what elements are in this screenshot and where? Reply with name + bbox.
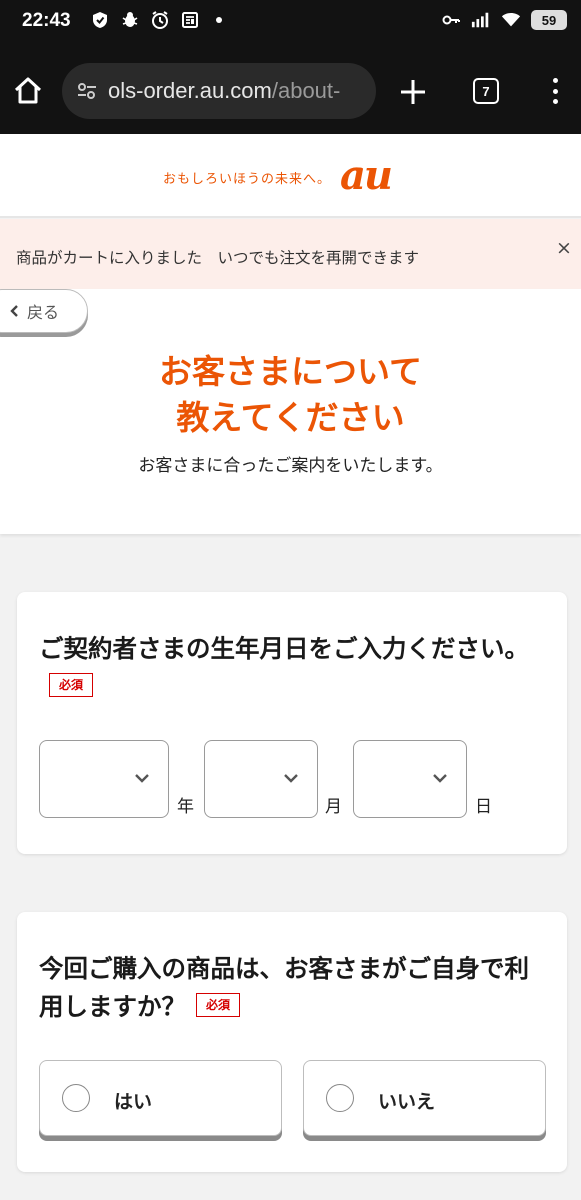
- page-title-line2: 教えてください: [176, 398, 405, 437]
- wifi-icon: [501, 12, 521, 27]
- birthdate-question-text: ご契約者さまの生年月日をご入力ください。: [39, 634, 529, 663]
- radio-label-no: いいえ: [378, 1091, 436, 1113]
- close-icon[interactable]: ×: [551, 235, 577, 261]
- news-icon: [182, 12, 198, 28]
- usage-card: 今回ご購入の商品は、お客さまがご自身で利用しますか？ 必須 はい いいえ: [17, 912, 567, 1172]
- tab-switcher-button[interactable]: 7: [473, 78, 499, 104]
- more-menu-icon[interactable]: [545, 76, 565, 106]
- url-path: /about-: [271, 78, 341, 103]
- signal-icon: [471, 12, 489, 28]
- cart-notice-text: 商品がカートに入りました いつでも注文を再開できます: [16, 249, 420, 267]
- status-icons-right: 59: [441, 10, 567, 30]
- birth-year-select[interactable]: [39, 740, 169, 818]
- new-tab-icon[interactable]: [398, 77, 428, 107]
- status-icons-left: [90, 10, 222, 30]
- site-header: おもしろいほうの未来へ。 au: [0, 134, 581, 218]
- radio-label-yes: はい: [114, 1091, 153, 1113]
- home-icon[interactable]: [12, 75, 44, 107]
- browser-toolbar: ols-order.au.com/about- 7: [0, 44, 581, 134]
- usage-question-text: 今回ご購入の商品は、お客さまがご自身で利用しますか？: [39, 954, 529, 1021]
- back-label: 戻る: [27, 303, 60, 322]
- status-bar: 22:43 59: [0, 0, 581, 44]
- address-bar[interactable]: ols-order.au.com/about-: [62, 63, 376, 119]
- required-badge: 必須: [196, 993, 241, 1017]
- url-host: ols-order.au.com: [108, 78, 272, 103]
- day-unit-label: 日: [475, 797, 492, 817]
- radio-option-no[interactable]: いいえ: [303, 1060, 546, 1136]
- au-logo[interactable]: au: [340, 152, 393, 199]
- shield-icon: [93, 12, 107, 28]
- year-unit-label: 年: [177, 797, 194, 817]
- month-unit-label: 月: [325, 797, 342, 817]
- status-time: 22:43: [22, 10, 71, 31]
- page-title: お客さまについて 教えてください: [0, 349, 581, 441]
- chevron-down-icon: [284, 774, 298, 783]
- chevron-left-icon: [10, 305, 18, 317]
- bug-icon: [122, 12, 138, 27]
- radio-circle[interactable]: [326, 1084, 354, 1112]
- radio-option-yes[interactable]: はい: [39, 1060, 282, 1136]
- birth-day-select[interactable]: [353, 740, 467, 818]
- birthdate-question: ご契約者さまの生年月日をご入力ください。必須: [39, 630, 549, 706]
- url-text: ols-order.au.com/about-: [108, 78, 340, 104]
- birthdate-card: ご契約者さまの生年月日をご入力ください。必須 年 月 日: [17, 592, 567, 854]
- page-title-line1: お客さまについて: [158, 352, 422, 391]
- battery-icon: 59: [531, 10, 567, 30]
- back-button[interactable]: 戻る: [0, 289, 88, 333]
- notification-dot: [216, 17, 222, 23]
- chevron-down-icon: [135, 774, 149, 783]
- key-icon: [442, 15, 460, 25]
- usage-question: 今回ご購入の商品は、お客さまがご自身で利用しますか？ 必須: [39, 950, 549, 1026]
- chevron-down-icon: [433, 774, 447, 783]
- birth-month-select[interactable]: [204, 740, 318, 818]
- tagline: おもしろいほうの未来へ。: [163, 172, 332, 187]
- intro-section: 戻る お客さまについて 教えてください お客さまに合ったご案内をいたします。: [0, 289, 581, 534]
- cart-notice: 商品がカートに入りました いつでも注文を再開できます ×: [0, 219, 581, 289]
- alarm-icon: [152, 11, 168, 29]
- site-settings-icon[interactable]: [76, 80, 98, 102]
- radio-circle[interactable]: [62, 1084, 90, 1112]
- page-subtitle: お客さまに合ったご案内をいたします。: [138, 456, 443, 476]
- required-badge: 必須: [49, 673, 94, 697]
